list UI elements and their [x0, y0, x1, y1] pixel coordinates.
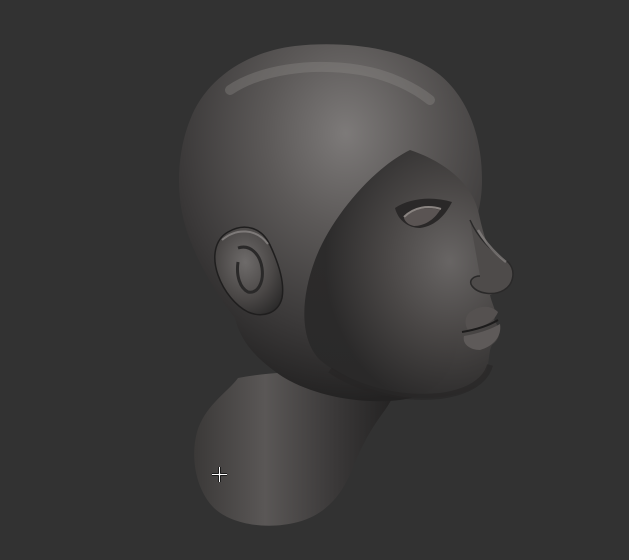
3d-viewport[interactable]	[0, 0, 629, 560]
sculpted-head-model[interactable]	[0, 0, 629, 560]
crosshair-cursor-icon	[212, 467, 227, 482]
